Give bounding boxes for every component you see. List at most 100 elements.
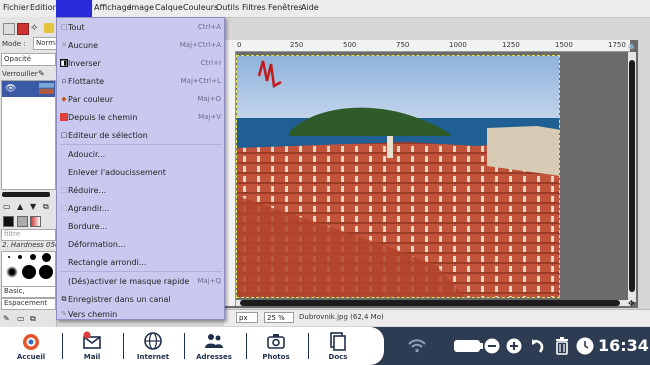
menu-item-editeur-selection[interactable]: ▢ Editeur de sélection bbox=[57, 127, 224, 145]
contacts-icon bbox=[205, 334, 223, 348]
brush-dot-1[interactable] bbox=[8, 256, 10, 258]
horizontal-scroll-thumb[interactable] bbox=[240, 300, 620, 306]
patterns-tab-icon[interactable] bbox=[17, 216, 28, 227]
battery-icon[interactable] bbox=[454, 340, 480, 352]
menu-item-rectangle-arrondi[interactable]: Rectangle arrondi... bbox=[57, 254, 224, 272]
mode-select[interactable]: Norma bbox=[33, 37, 59, 50]
menu-fenetres[interactable]: Fenêtres bbox=[268, 3, 302, 12]
menu-item-aucune[interactable]: ✕ Aucune Maj+Ctrl+A bbox=[57, 37, 224, 55]
from-path-icon bbox=[60, 113, 68, 121]
taskbar-mail[interactable]: Mail bbox=[63, 328, 121, 364]
menu-selection-label: Sélection bbox=[56, 0, 93, 9]
menu-item-tout[interactable]: ⬚ Tout Ctrl+A bbox=[57, 19, 224, 37]
menu-edition[interactable]: Edition bbox=[30, 3, 58, 12]
menu-item-inverser[interactable]: ◧ Inverser Ctrl+I bbox=[57, 55, 224, 73]
gradients-tab-icon[interactable] bbox=[30, 216, 41, 227]
new-layer-icon[interactable]: ▭ bbox=[3, 202, 11, 211]
lock-pixels-icon[interactable]: ✎ bbox=[38, 69, 45, 78]
layer-scroll-thumb[interactable] bbox=[2, 192, 50, 197]
save-channel-icon: ⧉ bbox=[61, 295, 67, 303]
menu-calque[interactable]: Calque bbox=[155, 3, 183, 12]
taskbar-docs[interactable]: Docs bbox=[309, 328, 367, 364]
paths-tab-icon[interactable]: ⟡ bbox=[31, 22, 38, 33]
menu-item-vers-chemin[interactable]: ✎ Vers chemin bbox=[57, 306, 224, 324]
menu-item-reduire[interactable]: ⬚ Réduire... bbox=[57, 182, 224, 200]
duplicate-brush-icon[interactable]: ⧉ bbox=[30, 314, 36, 324]
menu-filtres[interactable]: Filtres bbox=[242, 3, 266, 12]
taskbar-label: Docs bbox=[328, 353, 348, 361]
preset-select[interactable]: Basic, bbox=[1, 286, 56, 298]
spacing-slider[interactable]: Espacement bbox=[1, 298, 56, 310]
menu-item-masque-rapide[interactable]: (Dés)activer le masque rapide Maj+Q bbox=[57, 273, 224, 291]
menu-selection[interactable]: Sélection bbox=[56, 0, 93, 17]
brush-soft-1[interactable] bbox=[6, 266, 18, 278]
menu-outils[interactable]: Outils bbox=[216, 3, 239, 12]
brush-dot-3[interactable] bbox=[30, 254, 36, 260]
vertical-scroll-thumb[interactable] bbox=[629, 60, 635, 292]
menu-fichier[interactable]: Fichier bbox=[3, 3, 29, 12]
opacity-label: Opacité bbox=[4, 55, 32, 63]
undo-icon[interactable] bbox=[530, 338, 546, 354]
ruler-tick: 1500 bbox=[555, 41, 573, 49]
menu-separator bbox=[59, 144, 222, 145]
menu-item-bordure[interactable]: Bordure... bbox=[57, 218, 224, 236]
brush-grid[interactable] bbox=[1, 251, 56, 287]
menu-item-agrandir[interactable]: ⬚ Agrandir... bbox=[57, 200, 224, 218]
zoom-lock-icon[interactable]: 🔍 bbox=[628, 44, 637, 52]
raise-layer-icon[interactable]: ▲ bbox=[17, 202, 23, 211]
navigate-icon[interactable]: ✥ bbox=[628, 299, 635, 308]
layers-tab-icon[interactable] bbox=[3, 23, 15, 35]
menu-item-adoucir[interactable]: Adoucir... bbox=[57, 146, 224, 164]
brush-filter-input[interactable]: filtre bbox=[1, 229, 56, 241]
menu-separator bbox=[59, 271, 222, 272]
menu-item-label: Réduire... bbox=[68, 186, 107, 195]
brushes-tab-icon[interactable] bbox=[3, 216, 14, 227]
float-icon: ▫ bbox=[61, 77, 67, 85]
menu-item-label: Flottante bbox=[68, 77, 105, 86]
taskbar-label: Adresses bbox=[196, 353, 232, 361]
menu-couleurs[interactable]: Couleurs bbox=[183, 3, 218, 12]
menu-item-deformation[interactable]: Déformation... bbox=[57, 236, 224, 254]
globe-icon bbox=[144, 332, 162, 350]
battery-tip bbox=[480, 343, 483, 349]
brush-dot-4[interactable] bbox=[42, 253, 51, 262]
menu-item-shortcut: Ctrl+I bbox=[200, 59, 221, 67]
layer-row[interactable]: 👁 bbox=[2, 81, 55, 97]
menu-item-enlever-adoucissement[interactable]: Enlever l'adoucissement bbox=[57, 164, 224, 182]
lower-layer-icon[interactable]: ▼ bbox=[30, 202, 36, 211]
menu-item-depuis-chemin[interactable]: Depuis le chemin Maj+V bbox=[57, 109, 224, 127]
brush-dot-6[interactable] bbox=[39, 265, 53, 279]
edit-brush-icon[interactable]: ✎ bbox=[3, 314, 10, 323]
trash-icon[interactable] bbox=[555, 337, 569, 355]
taskbar-photos[interactable]: Photos bbox=[247, 328, 305, 364]
brush-dot-2[interactable] bbox=[18, 255, 22, 259]
left-ruler[interactable] bbox=[224, 51, 236, 306]
unit-select[interactable]: px bbox=[236, 312, 258, 323]
clock-time: 16:34 bbox=[598, 336, 649, 355]
opacity-slider[interactable]: Opacité bbox=[1, 53, 56, 66]
undo-tab-icon[interactable] bbox=[44, 23, 54, 33]
menu-affichage[interactable]: Affichage bbox=[94, 3, 132, 12]
zoom-in-icon[interactable] bbox=[506, 338, 522, 354]
new-brush-icon[interactable]: ▭ bbox=[17, 314, 25, 323]
duplicate-layer-icon[interactable]: ⧉ bbox=[43, 202, 49, 212]
channels-tab-icon[interactable] bbox=[17, 23, 29, 35]
image-canvas[interactable] bbox=[236, 55, 560, 298]
taskbar-adresses[interactable]: Adresses bbox=[185, 328, 243, 364]
zoom-out-icon[interactable] bbox=[484, 338, 500, 354]
taskbar-accueil[interactable]: Accueil bbox=[2, 328, 60, 364]
wifi-icon[interactable] bbox=[408, 339, 426, 353]
menu-image[interactable]: Image bbox=[129, 3, 154, 12]
zoom-select[interactable]: 25 % bbox=[264, 312, 294, 323]
brush-tab-row bbox=[0, 214, 56, 228]
menu-item-par-couleur[interactable]: ◆ Par couleur Maj+O bbox=[57, 91, 224, 109]
top-ruler[interactable]: 0 250 500 750 1000 1250 1500 1750 bbox=[224, 40, 630, 52]
brush-dot-5[interactable] bbox=[22, 265, 36, 279]
menu-item-shortcut: Maj+Ctrl+A bbox=[179, 41, 221, 49]
layer-scrollbar[interactable] bbox=[0, 189, 56, 201]
taskbar-label: Accueil bbox=[16, 353, 46, 361]
menu-aide[interactable]: Aide bbox=[301, 3, 319, 12]
eye-icon[interactable]: 👁 bbox=[5, 84, 16, 94]
taskbar-internet[interactable]: Internet bbox=[124, 328, 182, 364]
menu-item-flottante[interactable]: ▫ Flottante Maj+Ctrl+L bbox=[57, 73, 224, 91]
